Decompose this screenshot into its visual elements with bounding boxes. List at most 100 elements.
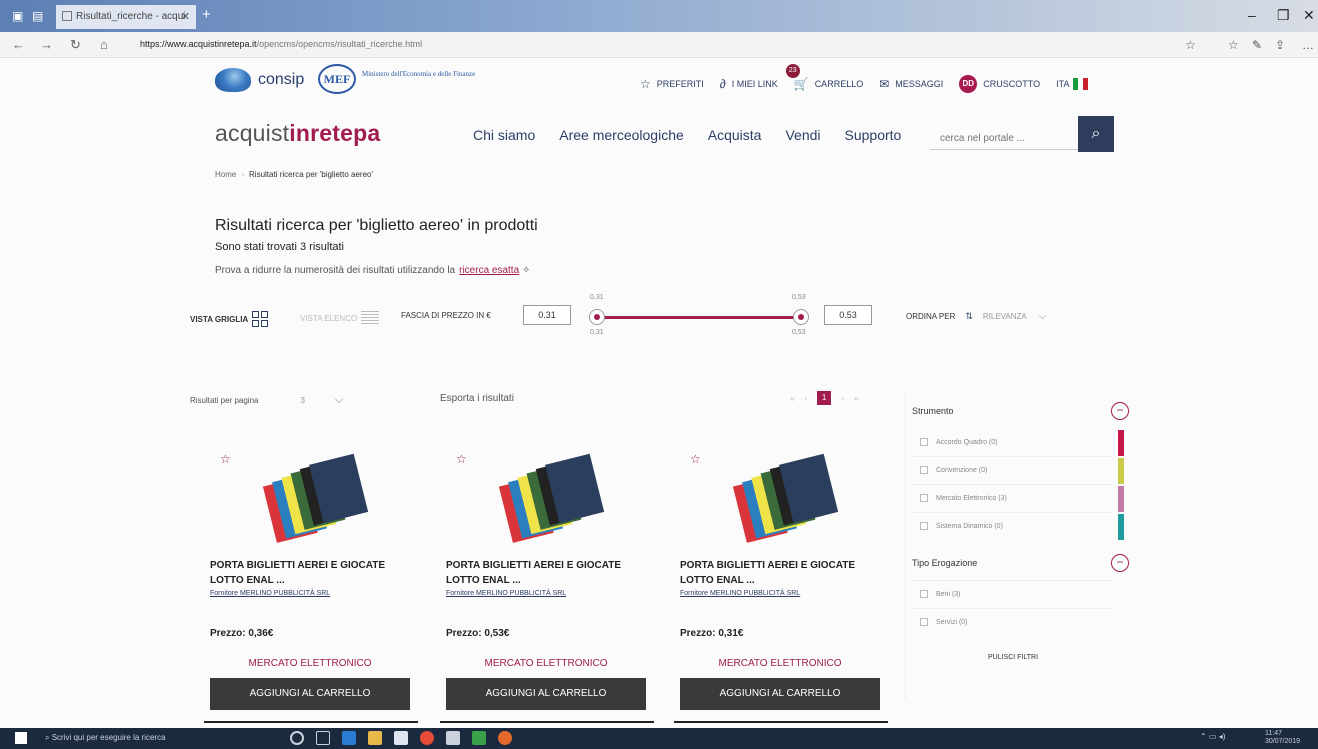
export-results-link[interactable]: Esporta i risultati <box>440 393 514 404</box>
add-to-cart-button[interactable]: AGGIUNGI AL CARRELLO <box>446 678 646 710</box>
taskbar-clock[interactable]: 11:47 30/07/2019 <box>1265 730 1300 746</box>
list-view-button[interactable]: VISTA ELENCO <box>300 311 380 325</box>
last-page-icon[interactable]: » <box>854 394 858 403</box>
collapse-tipo-icon[interactable]: − <box>1111 554 1129 572</box>
breadcrumb-current: Risultati ricerca per 'biglietto aereo' <box>249 170 374 179</box>
supplier-link[interactable]: Fornitore MERLINO PUBBLICITÀ SRL <box>210 590 330 597</box>
cortana-icon[interactable] <box>290 731 304 745</box>
page-current[interactable]: 1 <box>817 391 832 405</box>
grid-view-button[interactable]: VISTA GRIGLIA <box>190 311 269 327</box>
refresh-icon[interactable]: ↻ <box>70 37 81 53</box>
new-tab-icon[interactable]: + <box>202 6 211 23</box>
sort-control[interactable]: ORDINA PER ⇅ RILEVANZA ⌵ <box>906 311 1046 322</box>
app-icon[interactable] <box>498 731 512 745</box>
first-page-icon[interactable]: « <box>790 394 794 403</box>
home-icon[interactable]: ⌂ <box>100 37 108 52</box>
product-name[interactable]: PORTA BIGLIETTI AEREI E GIOCATE LOTTO EN… <box>680 558 880 588</box>
filter-convenzione[interactable]: Convenzione (0) <box>920 466 1100 474</box>
messages-link[interactable]: ✉ MESSAGGI <box>879 77 943 91</box>
checkbox[interactable] <box>920 438 928 446</box>
close-tab-icon[interactable]: ✕ <box>181 10 190 23</box>
file-explorer-icon[interactable] <box>368 731 382 745</box>
consip-logo[interactable]: consip <box>215 68 304 92</box>
share-icon[interactable]: ⇪ <box>1275 38 1285 52</box>
back-icon[interactable]: ← <box>12 37 25 52</box>
checkbox[interactable] <box>920 522 928 530</box>
exact-search-link[interactable]: ricerca esatta <box>459 265 519 276</box>
favorite-star-icon[interactable]: ☆ <box>456 452 467 466</box>
prev-page-icon[interactable]: ‹ <box>804 394 807 403</box>
nav-aree-merceologiche[interactable]: Aree merceologiche <box>559 127 684 143</box>
add-to-cart-button[interactable]: AGGIUNGI AL CARRELLO <box>680 678 880 710</box>
favorites-hub-icon[interactable]: ☆ <box>1228 38 1239 52</box>
site-logo[interactable]: acquistinretepa <box>215 120 380 147</box>
dashboard-link[interactable]: DD CRUSCOTTO <box>959 75 1040 93</box>
checkbox[interactable] <box>920 466 928 474</box>
cart-link[interactable]: 23 🛒 CARRELLO <box>785 64 863 91</box>
system-tray-icon[interactable]: ⌃ ▭ ◂) <box>1200 732 1225 741</box>
sort-direction-icon[interactable]: ⇅ <box>965 311 973 322</box>
maximize-icon[interactable]: ❐ <box>1277 7 1290 24</box>
collapse-strumento-icon[interactable]: − <box>1111 402 1129 420</box>
supplier-link[interactable]: Fornitore MERLINO PUBBLICITÀ SRL <box>680 590 800 597</box>
filter-mercato-elettronico[interactable]: Mercato Elettronico (3) <box>920 494 1100 502</box>
results-per-page[interactable]: Risultati per pagina 3 ⌵ <box>190 394 343 407</box>
favorite-star-icon[interactable]: ☆ <box>220 452 231 466</box>
price-min-input[interactable]: 0.31 <box>523 305 571 325</box>
product-image[interactable] <box>730 450 860 545</box>
search-button[interactable]: ⌕ <box>1078 116 1114 152</box>
filter-accordo-quadro[interactable]: Accordo Quadro (0) <box>920 438 1100 446</box>
tab-aside-icon[interactable]: ▤ <box>32 9 43 23</box>
forward-icon[interactable]: → <box>40 37 53 52</box>
mef-logo[interactable]: MEF <box>318 64 356 94</box>
price-max-input[interactable]: 0.53 <box>824 305 872 325</box>
chrome-icon[interactable] <box>420 731 434 745</box>
checkbox[interactable] <box>920 618 928 626</box>
add-to-cart-button[interactable]: AGGIUNGI AL CARRELLO <box>210 678 410 710</box>
store-icon[interactable] <box>394 731 408 745</box>
my-links-link[interactable]: ∂ I MIEI LINK <box>720 77 778 91</box>
product-name[interactable]: PORTA BIGLIETTI AEREI E GIOCATE LOTTO EN… <box>446 558 646 588</box>
close-window-icon[interactable]: ✕ <box>1303 7 1315 24</box>
nav-vendi[interactable]: Vendi <box>785 127 820 143</box>
price-max-handle[interactable] <box>793 309 809 325</box>
product-name[interactable]: PORTA BIGLIETTI AEREI E GIOCATE LOTTO EN… <box>210 558 410 588</box>
checkbox[interactable] <box>920 494 928 502</box>
breadcrumb-home[interactable]: Home <box>215 170 236 179</box>
price-slider-track[interactable] <box>593 316 801 319</box>
pen-icon[interactable]: ✎ <box>1252 38 1262 52</box>
next-page-icon[interactable]: › <box>841 394 844 403</box>
filter-beni[interactable]: Beni (3) <box>920 590 1100 598</box>
product-image[interactable] <box>260 450 390 545</box>
nav-chi-siamo[interactable]: Chi siamo <box>473 127 535 143</box>
more-icon[interactable]: … <box>1302 38 1314 52</box>
product-image[interactable] <box>496 450 626 545</box>
url-field[interactable]: https://www.acquistinretepa.it/opencms/o… <box>140 39 1040 49</box>
minimize-icon[interactable]: – <box>1248 7 1256 23</box>
supplier-link[interactable]: Fornitore MERLINO PUBBLICITÀ SRL <box>446 590 566 597</box>
nav-supporto[interactable]: Supporto <box>845 127 902 143</box>
price-min-handle[interactable] <box>589 309 605 325</box>
app-icon[interactable] <box>472 731 486 745</box>
search-input[interactable] <box>930 118 1080 150</box>
browser-tab[interactable]: Risultati_ricerche - acqui ✕ <box>56 5 196 29</box>
info-icon[interactable]: ✧ <box>522 265 530 276</box>
market-label: MERCATO ELETTRONICO <box>248 658 372 669</box>
refine-hint: Prova a ridurre la numerosità dei risult… <box>215 265 530 276</box>
filter-sistema-dinamico[interactable]: Sistema Dinamico (0) <box>920 522 1100 530</box>
edge-icon[interactable] <box>342 731 356 745</box>
language-switch[interactable]: ITA <box>1056 78 1089 90</box>
task-view-icon[interactable] <box>316 731 330 745</box>
taskbar-search[interactable]: ⌕ Scrivi qui per eseguire la ricerca <box>45 733 166 743</box>
favorite-star-icon[interactable]: ☆ <box>1185 38 1196 52</box>
preferiti-link[interactable]: ☆ PREFERITI <box>640 77 704 91</box>
clear-filters-button[interactable]: PULISCI FILTRI <box>988 654 1038 661</box>
favorite-star-icon[interactable]: ☆ <box>690 452 701 466</box>
tab-actions-icon[interactable]: ▣ <box>12 9 23 23</box>
windows-start-icon[interactable] <box>15 732 27 744</box>
checkbox[interactable] <box>920 590 928 598</box>
filter-servizi[interactable]: Servizi (0) <box>920 618 1100 626</box>
nav-acquista[interactable]: Acquista <box>708 127 762 143</box>
search-icon: ⌕ <box>1091 125 1101 142</box>
mail-icon[interactable] <box>446 731 460 745</box>
